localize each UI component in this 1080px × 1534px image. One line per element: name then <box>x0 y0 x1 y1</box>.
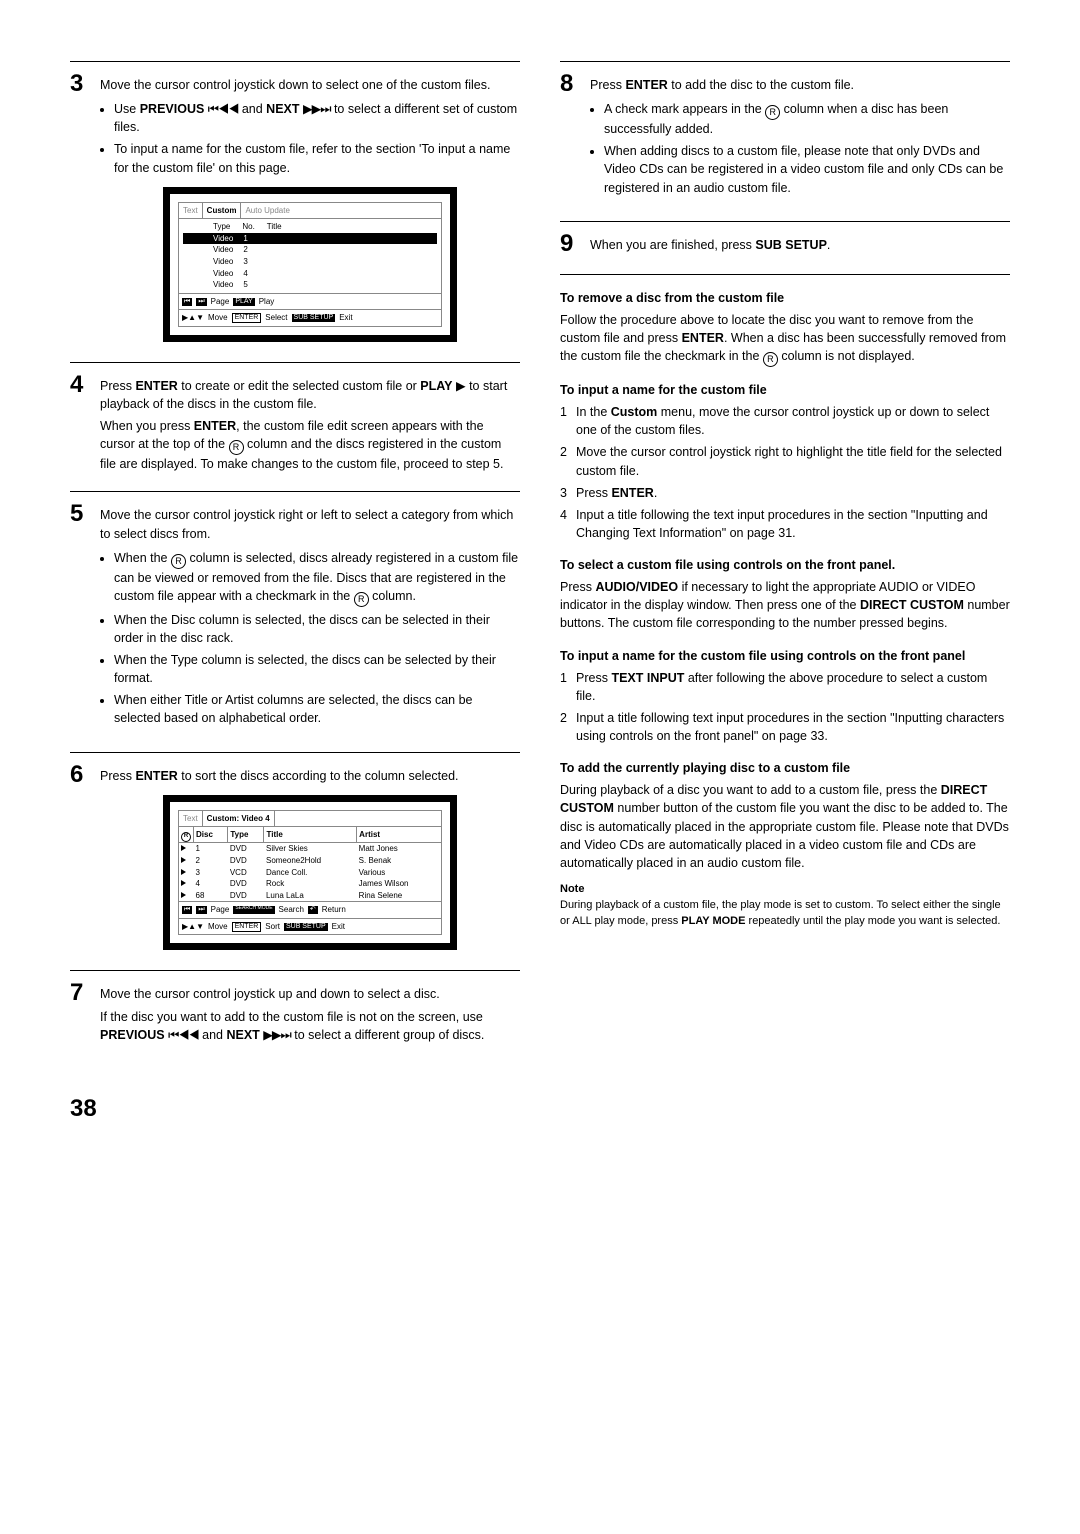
registered-column-icon: R <box>763 352 778 367</box>
registered-column-icon: R <box>354 592 369 607</box>
step-number-6: 6 <box>70 763 88 787</box>
step4-para: When you press ENTER, the custom file ed… <box>100 417 520 473</box>
step-number-4: 4 <box>70 373 88 397</box>
step3-bullet1: Use PREVIOUS ⏮◀◀ and NEXT ▶▶⏭ to select … <box>114 100 520 136</box>
step5-bullet3: When the Type column is selected, the di… <box>114 651 520 687</box>
previous-icon: ⏮◀◀ <box>168 1028 199 1042</box>
step5-bullet4: When either Title or Artist columns are … <box>114 691 520 727</box>
previous-icon: ⏮◀◀ <box>208 102 239 116</box>
inputname-step3: 3Press ENTER. <box>560 484 1010 502</box>
step5-bullet1: When the R column is selected, discs alr… <box>114 549 520 607</box>
inputname-step2: 2Move the cursor control joystick right … <box>560 443 1010 479</box>
add-current-body: During playback of a disc you want to ad… <box>560 781 1010 872</box>
next-icon: ▶▶⏭ <box>303 102 330 116</box>
select-front-body: Press AUDIO/VIDEO if necessary to light … <box>560 578 1010 632</box>
step8-bullet2: When adding discs to a custom file, plea… <box>604 142 1010 196</box>
note-heading: Note <box>560 882 1010 898</box>
step-number-9: 9 <box>560 232 578 256</box>
step8-text: Press ENTER to add the disc to the custo… <box>590 76 1010 94</box>
remove-disc-body: Follow the procedure above to locate the… <box>560 311 1010 367</box>
registered-column-icon: R <box>765 105 780 120</box>
step7-text: Move the cursor control joystick up and … <box>100 985 520 1003</box>
inputname-step4: 4Input a title following the text input … <box>560 506 1010 542</box>
registered-column-icon: R <box>229 440 244 455</box>
inputfront-step1: 1Press TEXT INPUT after following the ab… <box>560 669 1010 705</box>
page-number: 38 <box>70 1092 1010 1127</box>
step-number-5: 5 <box>70 502 88 526</box>
heading-remove-disc: To remove a disc from the custom file <box>560 289 1010 307</box>
heading-select-front-panel: To select a custom file using controls o… <box>560 556 1010 574</box>
heading-input-name-front: To input a name for the custom file usin… <box>560 647 1010 665</box>
custom-file-list-screenshot: Text Custom Auto Update Type No. Title <box>163 187 457 342</box>
step8-bullet1: A check mark appears in the R column whe… <box>604 100 1010 138</box>
step-number-8: 8 <box>560 72 578 96</box>
heading-input-name: To input a name for the custom file <box>560 381 1010 399</box>
inputname-step1: 1In the Custom menu, move the cursor con… <box>560 403 1010 439</box>
step4-text: Press ENTER to create or edit the select… <box>100 377 520 413</box>
step3-bullet2: To input a name for the custom file, ref… <box>114 140 520 176</box>
note-body: During playback of a custom file, the pl… <box>560 898 1010 930</box>
step-number-3: 3 <box>70 72 88 96</box>
step5-bullet2: When the Disc column is selected, the di… <box>114 611 520 647</box>
step3-text: Move the cursor control joystick down to… <box>100 76 520 94</box>
step-number-7: 7 <box>70 981 88 1005</box>
step7-para: If the disc you want to add to the custo… <box>100 1008 520 1044</box>
step6-text: Press ENTER to sort the discs according … <box>100 767 520 785</box>
step9-text: When you are finished, press SUB SETUP. <box>590 236 1010 254</box>
inputfront-step2: 2Input a title following text input proc… <box>560 709 1010 745</box>
custom-file-edit-screenshot: Text Custom: Video 4 R Disc Typ <box>163 795 457 951</box>
play-icon: ▶ <box>456 379 466 393</box>
heading-add-current: To add the currently playing disc to a c… <box>560 759 1010 777</box>
step5-text: Move the cursor control joystick right o… <box>100 506 520 542</box>
next-icon: ▶▶⏭ <box>263 1028 290 1042</box>
registered-column-icon: R <box>171 554 186 569</box>
